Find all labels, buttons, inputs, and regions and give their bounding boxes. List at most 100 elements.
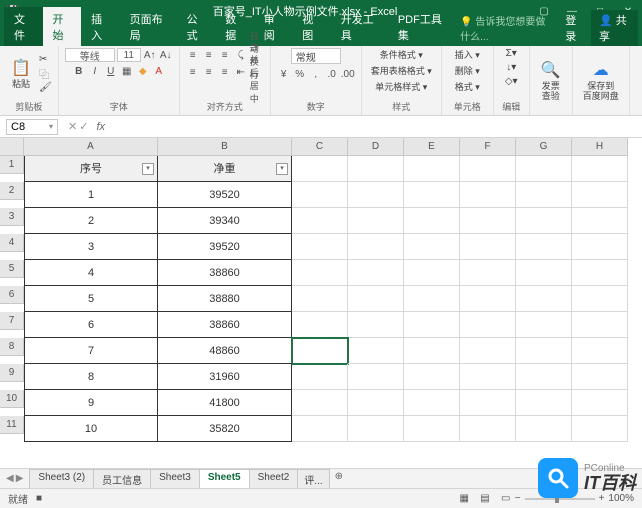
cell[interactable]: 2 — [24, 208, 158, 234]
cell[interactable] — [460, 182, 516, 208]
cell[interactable] — [460, 312, 516, 338]
worksheet-grid[interactable]: A B C D E F G H 1 序号 ▾ 净重 ▾ 21 — [0, 138, 642, 468]
dec-decimal-icon[interactable]: .00 — [341, 67, 355, 81]
normal-view-icon[interactable]: ▦ — [455, 493, 473, 504]
cell[interactable] — [292, 416, 348, 442]
sheet-tab-more[interactable]: 评... — [297, 469, 329, 489]
cell[interactable] — [572, 260, 628, 286]
selected-cell[interactable] — [292, 338, 348, 364]
row-header[interactable]: 11 — [0, 416, 24, 434]
row-header[interactable]: 9 — [0, 364, 24, 382]
cell[interactable] — [516, 260, 572, 286]
cell[interactable]: 39520 — [158, 234, 292, 260]
cell[interactable] — [348, 260, 404, 286]
indent-dec-icon[interactable]: ⇤ — [234, 65, 248, 79]
cell[interactable] — [572, 364, 628, 390]
row-header[interactable]: 1 — [0, 156, 24, 174]
percent-icon[interactable]: % — [293, 67, 307, 81]
macro-record-icon[interactable]: ■ — [36, 493, 42, 504]
cell[interactable]: 7 — [24, 338, 158, 364]
cell[interactable] — [516, 234, 572, 260]
row-header[interactable]: 2 — [0, 182, 24, 200]
cell[interactable] — [460, 156, 516, 182]
cell[interactable] — [404, 234, 460, 260]
sheet-nav-next-icon[interactable]: ▶ — [16, 473, 24, 484]
save-baidu-button[interactable]: ☁ 保存到百度网盘 — [579, 57, 623, 104]
cell[interactable] — [348, 364, 404, 390]
add-sheet-button[interactable]: ⊕ — [329, 469, 349, 489]
accept-formula-icon[interactable]: ✓ — [79, 120, 88, 133]
cell[interactable]: 48860 — [158, 338, 292, 364]
cell[interactable] — [460, 208, 516, 234]
cell[interactable]: 10 — [24, 416, 158, 442]
cell[interactable]: 1 — [24, 182, 158, 208]
increase-font-icon[interactable]: A↑ — [143, 48, 157, 62]
font-name-select[interactable]: 等线 — [65, 48, 115, 62]
inc-decimal-icon[interactable]: .0 — [325, 67, 339, 81]
cell[interactable] — [572, 338, 628, 364]
cell[interactable] — [404, 260, 460, 286]
tab-insert[interactable]: 插入 — [81, 7, 120, 46]
table-format-button[interactable]: 套用表格格式 ▾ — [371, 64, 432, 77]
col-header-f[interactable]: F — [460, 138, 516, 156]
currency-icon[interactable]: ¥ — [277, 67, 291, 81]
filter-dropdown-icon[interactable]: ▾ — [142, 163, 154, 175]
format-painter-icon[interactable]: 🖌 — [39, 82, 52, 93]
number-format-select[interactable]: 常规 — [291, 48, 341, 64]
cell[interactable] — [572, 234, 628, 260]
cell[interactable] — [292, 260, 348, 286]
row-header[interactable]: 5 — [0, 260, 24, 278]
align-center-icon[interactable]: ≡ — [202, 65, 216, 79]
sheet-nav-prev-icon[interactable]: ◀ — [6, 473, 14, 484]
share-button[interactable]: 👤 共享 — [591, 10, 638, 46]
comma-icon[interactable]: , — [309, 67, 323, 81]
autosum-icon[interactable]: Σ▾ — [506, 48, 517, 59]
cell[interactable] — [572, 416, 628, 442]
italic-icon[interactable]: I — [88, 64, 102, 78]
delete-cells-button[interactable]: 删除 ▾ — [455, 64, 480, 77]
cell[interactable]: 41800 — [158, 390, 292, 416]
tab-developer[interactable]: 开发工具 — [331, 7, 388, 46]
cell[interactable] — [516, 390, 572, 416]
cell[interactable] — [348, 156, 404, 182]
col-header-e[interactable]: E — [404, 138, 460, 156]
zoom-out-icon[interactable]: − — [515, 493, 521, 504]
cell[interactable]: 6 — [24, 312, 158, 338]
sheet-tab[interactable]: 员工信息 — [93, 469, 151, 489]
cell[interactable] — [292, 208, 348, 234]
cell[interactable]: 38880 — [158, 286, 292, 312]
cell[interactable] — [460, 390, 516, 416]
format-cells-button[interactable]: 格式 ▾ — [455, 80, 480, 93]
cut-icon[interactable]: ✂ — [39, 54, 52, 65]
insert-cells-button[interactable]: 插入 ▾ — [455, 48, 480, 61]
align-mid-icon[interactable]: ≡ — [202, 48, 216, 62]
cell[interactable] — [404, 156, 460, 182]
cancel-formula-icon[interactable]: ✕ — [68, 120, 77, 133]
cell[interactable] — [572, 312, 628, 338]
col-header-d[interactable]: D — [348, 138, 404, 156]
page-layout-icon[interactable]: ▤ — [476, 493, 494, 504]
tab-layout[interactable]: 页面布局 — [120, 7, 177, 46]
tab-file[interactable]: 文件 — [4, 7, 43, 46]
cell[interactable] — [516, 312, 572, 338]
clear-icon[interactable]: ◇▾ — [505, 76, 518, 87]
orientation-icon[interactable]: ⤹ — [234, 48, 248, 62]
merge-button[interactable]: 合并后居中 — [250, 65, 264, 79]
cell[interactable] — [572, 182, 628, 208]
cell[interactable] — [292, 182, 348, 208]
cell[interactable] — [348, 182, 404, 208]
align-left-icon[interactable]: ≡ — [186, 65, 200, 79]
cell[interactable] — [404, 364, 460, 390]
row-header[interactable]: 7 — [0, 312, 24, 330]
copy-icon[interactable]: ⿻ — [39, 66, 52, 81]
cell[interactable] — [292, 234, 348, 260]
cell[interactable]: 31960 — [158, 364, 292, 390]
cell[interactable]: 8 — [24, 364, 158, 390]
zoom-slider[interactable] — [525, 498, 595, 500]
cell[interactable] — [460, 234, 516, 260]
cell[interactable] — [292, 364, 348, 390]
border-icon[interactable]: ▦ — [120, 64, 134, 78]
fx-icon[interactable]: fx — [92, 121, 109, 133]
zoom-in-icon[interactable]: + — [599, 493, 605, 504]
font-color-icon[interactable]: A — [152, 64, 166, 78]
